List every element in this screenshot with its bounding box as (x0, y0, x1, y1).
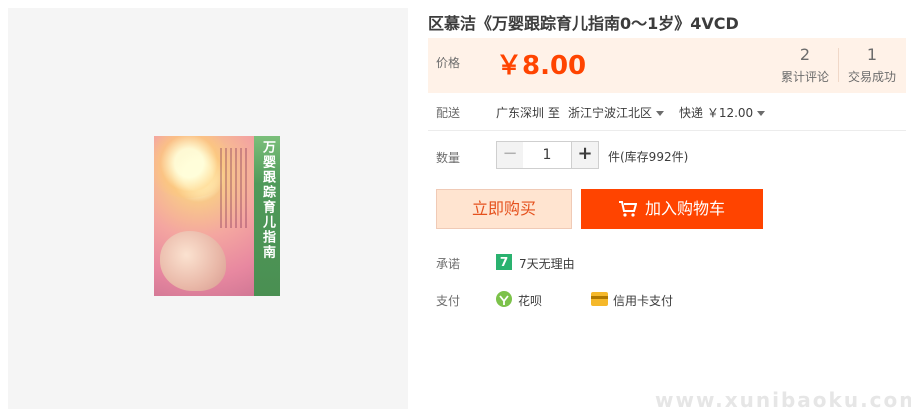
product-image-area: 万婴跟踪育儿指南 (8, 8, 408, 409)
sales-stat: 1 交易成功 (846, 46, 898, 85)
price-value: ￥8.00 (496, 51, 587, 81)
payment-label: 支付 (436, 294, 461, 308)
product-title: 区慕洁《万婴跟踪育儿指南0～1岁》4VCD (428, 14, 739, 33)
add-to-cart-label: 加入购物车 (645, 199, 726, 218)
reviews-stat[interactable]: 2 累计评论 (778, 46, 832, 85)
promise-label: 承诺 (436, 257, 461, 271)
stat-divider (838, 48, 839, 82)
cover-blurb-text (220, 148, 250, 228)
shipping-destination-select[interactable]: 浙江宁波江北区 (568, 104, 665, 121)
product-cover-image[interactable]: 万婴跟踪育儿指南 (154, 136, 280, 296)
huabei-icon (496, 291, 512, 307)
shipping-method: 快递 ￥12.00 (679, 106, 754, 120)
chevron-down-icon (656, 111, 665, 116)
shipping-destination: 浙江宁波江北区 (568, 106, 653, 120)
chevron-down-icon (757, 111, 766, 116)
payment-method-credit-card[interactable]: 信用卡支付 (613, 292, 673, 309)
credit-card-icon (591, 292, 608, 306)
seven-day-return-icon: 7 (496, 254, 512, 270)
quantity-input[interactable]: 1 (523, 141, 571, 169)
promise-text[interactable]: 7天无理由 (519, 255, 575, 272)
watermark: www.xunibaoku.com (655, 388, 911, 412)
sales-count: 1 (866, 45, 878, 64)
cart-icon (619, 201, 637, 217)
price-label: 价格 (436, 56, 461, 70)
shipping-label: 配送 (436, 106, 461, 120)
shipping-method-select[interactable]: 快递 ￥12.00 (679, 104, 766, 121)
divider (428, 130, 906, 131)
payment-method-huabei[interactable]: 花呗 (518, 292, 542, 309)
reviews-count: 2 (799, 45, 811, 64)
add-to-cart-button[interactable]: 加入购物车 (581, 189, 763, 229)
stock-info: 件(库存992件) (608, 150, 689, 164)
quantity-decrease-button[interactable]: − (496, 141, 524, 169)
quantity-increase-button[interactable]: + (571, 141, 599, 169)
reviews-label: 累计评论 (780, 70, 829, 84)
cover-baby-photo (160, 231, 226, 291)
cover-title: 万婴跟踪育儿指南 (260, 140, 275, 260)
sales-label: 交易成功 (847, 70, 896, 84)
shipping-from: 广东深圳 至 (496, 106, 560, 120)
quantity-label: 数量 (436, 151, 461, 165)
price-box: 价格 ￥8.00 2 累计评论 1 交易成功 (428, 38, 906, 93)
buy-now-button[interactable]: 立即购买 (436, 189, 572, 229)
